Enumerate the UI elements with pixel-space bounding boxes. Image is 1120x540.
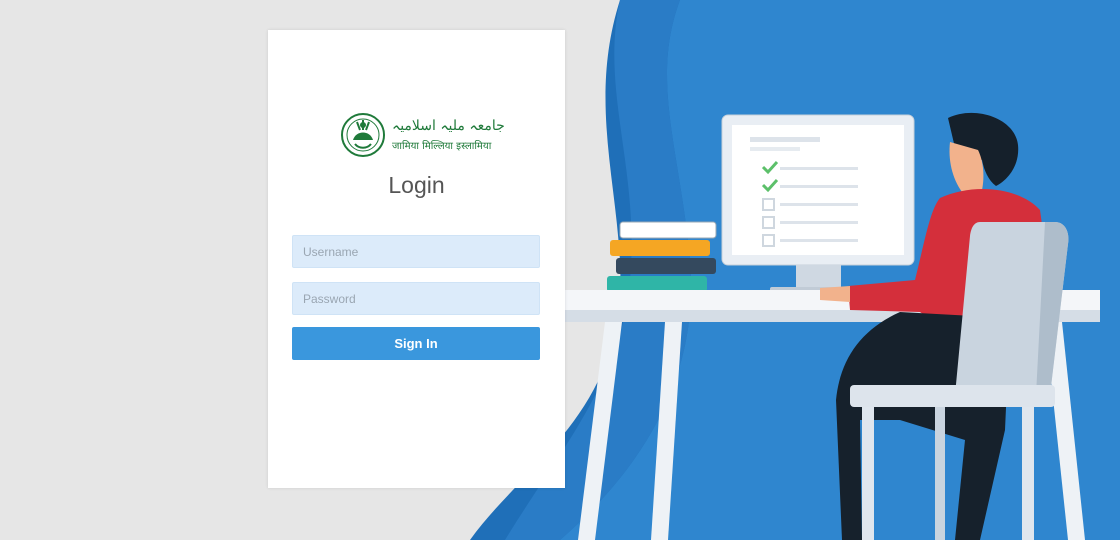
university-emblem-icon [341,113,385,157]
logo-hindi-text: जामिया मिल्लिया इस्लामिया [392,141,492,152]
sign-in-button[interactable]: Sign In [292,327,540,360]
login-page: جامعہ ملیہ اسلامیہ जामिया मिल्लिया इस्ला… [0,0,1120,540]
login-card: جامعہ ملیہ اسلامیہ जामिया मिल्लिया इस्ला… [268,30,565,488]
university-logo: جامعہ ملیہ اسلامیہ जामिया मिल्लिया इस्ला… [340,112,505,160]
username-input[interactable] [292,235,540,268]
login-title: Login [388,172,445,198]
password-input[interactable] [292,282,540,315]
logo-urdu-text: جامعہ ملیہ اسلامیہ [392,118,505,134]
